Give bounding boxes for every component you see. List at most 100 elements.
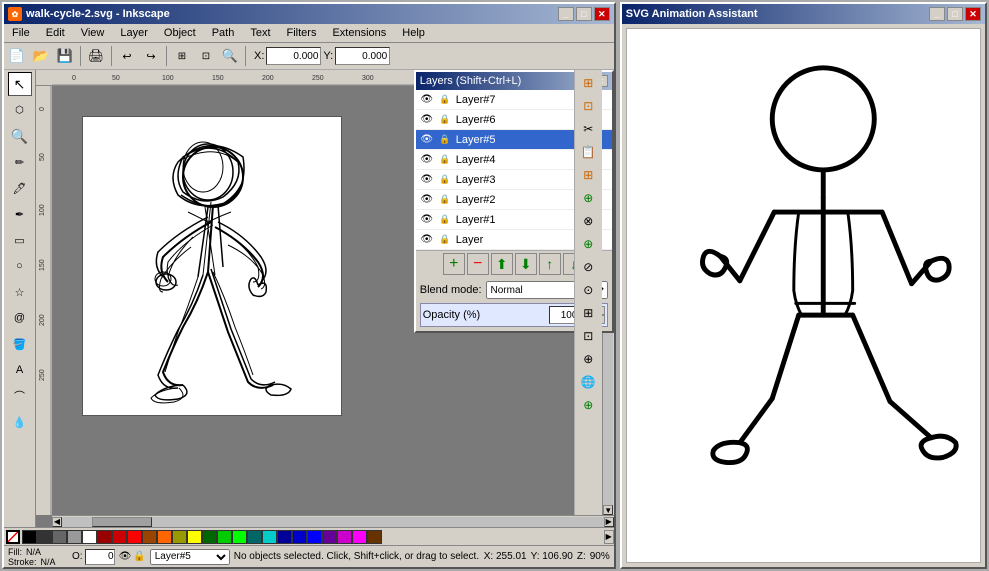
color-purple[interactable] — [322, 530, 337, 544]
menu-layer[interactable]: Layer — [116, 26, 152, 40]
layer-lock-icon[interactable]: 🔒 — [133, 551, 145, 562]
color-brown[interactable] — [367, 530, 382, 544]
layer-5-lock-icon[interactable]: 🔒 — [438, 133, 452, 147]
color-cyan[interactable] — [262, 530, 277, 544]
connector-tool-icon[interactable]: ⌒ — [8, 384, 32, 408]
fill-tool-icon[interactable]: 🪣 — [8, 332, 32, 356]
pencil-tool-icon[interactable]: ✏ — [8, 150, 32, 174]
layer-7-eye-icon[interactable]: 👁 — [420, 93, 434, 107]
open-icon[interactable]: 📂 — [30, 45, 52, 67]
color-green-bright[interactable] — [232, 530, 247, 544]
snap-icon-8[interactable]: ⊕ — [577, 233, 599, 255]
animation-canvas[interactable] — [626, 28, 981, 563]
calligraphy-icon[interactable]: ✒ — [8, 202, 32, 226]
menu-file[interactable]: File — [8, 26, 34, 40]
snap-icon-6[interactable]: ⊕ — [577, 187, 599, 209]
maximize-button[interactable]: □ — [576, 7, 592, 21]
scroll-left-button[interactable]: ◀ — [52, 517, 62, 527]
color-teal[interactable] — [247, 530, 262, 544]
layer-1-lock-icon[interactable]: 🔒 — [438, 213, 452, 227]
scrollbar-h-thumb[interactable] — [92, 517, 152, 527]
snap-icon-15[interactable]: ⊕ — [577, 394, 599, 416]
menu-help[interactable]: Help — [398, 26, 429, 40]
scroll-right-button[interactable]: ▶ — [604, 517, 614, 527]
color-orange-dark[interactable] — [142, 530, 157, 544]
color-orange[interactable] — [157, 530, 172, 544]
layer-1-eye-icon[interactable]: 👁 — [420, 213, 434, 227]
pen-tool-icon[interactable]: 🖊 — [8, 176, 32, 200]
minimize-button[interactable]: _ — [558, 7, 574, 21]
anim-close-button[interactable]: ✕ — [965, 7, 981, 21]
color-red[interactable] — [112, 530, 127, 544]
zoom-tool-icon[interactable]: 🔍 — [8, 124, 32, 148]
undo-icon[interactable]: ↩ — [116, 45, 138, 67]
layer-3-eye-icon[interactable]: 👁 — [420, 173, 434, 187]
snap-icon-1[interactable]: ⊞ — [577, 72, 599, 94]
layer-6-eye-icon[interactable]: 👁 — [420, 113, 434, 127]
menu-view[interactable]: View — [77, 26, 109, 40]
spiral-tool-icon[interactable]: @ — [8, 306, 32, 330]
print-icon[interactable]: 🖨 — [85, 45, 107, 67]
menu-text[interactable]: Text — [246, 26, 274, 40]
menu-object[interactable]: Object — [160, 26, 200, 40]
snap-icon-13[interactable]: ⊕ — [577, 348, 599, 370]
remove-layer-button[interactable]: − — [467, 253, 489, 275]
snap-icon-5[interactable]: ⊞ — [577, 164, 599, 186]
color-red-bright[interactable] — [127, 530, 142, 544]
close-button[interactable]: ✕ — [594, 7, 610, 21]
snap-icon-9[interactable]: ⊘ — [577, 256, 599, 278]
rect-tool-icon[interactable]: ▭ — [8, 228, 32, 252]
snap-icon-12[interactable]: ⊡ — [577, 325, 599, 347]
zoom-in-icon[interactable]: 🔍 — [219, 45, 241, 67]
layer-7-lock-icon[interactable]: 🔒 — [438, 93, 452, 107]
dropper-tool-icon[interactable]: 💧 — [8, 410, 32, 434]
color-yellow[interactable] — [187, 530, 202, 544]
scrollbar-h-track[interactable] — [62, 517, 604, 527]
menu-path[interactable]: Path — [208, 26, 239, 40]
opacity-status-input[interactable] — [85, 549, 115, 565]
scroll-down-button[interactable]: ▼ — [603, 505, 613, 515]
save-icon[interactable]: 💾 — [54, 45, 76, 67]
layer-up-button[interactable]: ⬆ — [491, 253, 513, 275]
layer-5-eye-icon[interactable]: 👁 — [420, 133, 434, 147]
snap-icon-3[interactable]: ✂ — [577, 118, 599, 140]
snap-icon-4[interactable]: 📋 — [577, 141, 599, 163]
color-yellow-dark[interactable] — [172, 530, 187, 544]
layer-4-eye-icon[interactable]: 👁 — [420, 153, 434, 167]
layer-base-eye-icon[interactable]: 👁 — [420, 233, 434, 247]
color-green[interactable] — [217, 530, 232, 544]
color-black[interactable] — [22, 530, 37, 544]
add-layer-button[interactable]: + — [443, 253, 465, 275]
layer-2-lock-icon[interactable]: 🔒 — [438, 193, 452, 207]
color-magenta[interactable] — [337, 530, 352, 544]
color-blue-bright[interactable] — [307, 530, 322, 544]
color-green-dark[interactable] — [202, 530, 217, 544]
node-tool-icon[interactable]: ⬡ — [8, 98, 32, 122]
menu-edit[interactable]: Edit — [42, 26, 69, 40]
layer-3-lock-icon[interactable]: 🔒 — [438, 173, 452, 187]
star-tool-icon[interactable]: ☆ — [8, 280, 32, 304]
menu-extensions[interactable]: Extensions — [328, 26, 390, 40]
x-input[interactable] — [266, 47, 321, 65]
color-red-dark[interactable] — [97, 530, 112, 544]
no-fill-chip[interactable] — [6, 530, 20, 544]
color-dark-gray[interactable] — [37, 530, 52, 544]
y-input[interactable] — [335, 47, 390, 65]
select-tool-icon[interactable]: ↖ — [8, 72, 32, 96]
zoom-fit-icon[interactable]: ⊞ — [171, 45, 193, 67]
new-icon[interactable]: 📄 — [6, 45, 28, 67]
anim-maximize-button[interactable]: □ — [947, 7, 963, 21]
snap-icon-10[interactable]: ⊙ — [577, 279, 599, 301]
layer-base-lock-icon[interactable]: 🔒 — [438, 233, 452, 247]
palette-scroll-right[interactable]: ▶ — [604, 530, 614, 544]
color-white[interactable] — [82, 530, 97, 544]
layer-move-up-button[interactable]: ↑ — [539, 253, 561, 275]
layer-selector[interactable]: Layer#5 — [150, 549, 230, 565]
color-gray[interactable] — [52, 530, 67, 544]
color-light-gray[interactable] — [67, 530, 82, 544]
snap-icon-7[interactable]: ⊗ — [577, 210, 599, 232]
color-blue[interactable] — [292, 530, 307, 544]
circle-tool-icon[interactable]: ○ — [8, 254, 32, 278]
snap-icon-14[interactable]: 🌐 — [577, 371, 599, 393]
snap-icon-11[interactable]: ⊞ — [577, 302, 599, 324]
